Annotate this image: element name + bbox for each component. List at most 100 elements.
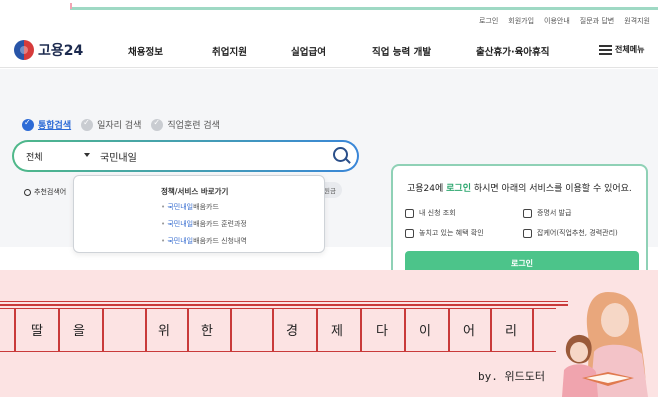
certificate-icon [523,208,532,218]
autocomplete-dropdown: 정책/서비스 바로가기 국민내일배움카드 국민내일배움카드 훈련과정 국민내일배… [73,175,325,253]
search-icon [24,188,31,196]
nav-item-parental-leave[interactable]: 출산휴가·육아휴직 [476,44,550,58]
grid-line [316,309,318,351]
top-accent-bar [70,7,658,10]
grid-line [230,309,232,351]
tab-job-search[interactable]: 일자리 검색 [81,118,141,131]
document-icon [405,208,414,218]
nav-item-jobs[interactable]: 채용정보 [128,44,163,58]
grid-line [448,309,450,351]
tab-integrated-search[interactable]: 통합검색 [22,118,71,131]
util-link-login[interactable]: 로그인 [479,16,498,26]
recommended-keywords: 추천검색어 [24,187,66,197]
dropdown-title: 정책/서비스 바로가기 [161,187,229,196]
search-section: 통합검색 일자리 검색 직업훈련 검색 전체 국민내일 추천검색어 원금 정책/… [0,69,658,287]
util-link-remote[interactable]: 원격지원 [624,16,650,26]
dropdown-item[interactable]: 국민내일배움카드 훈련과정 [161,219,247,229]
match-text: 국민내일 [167,237,194,245]
search-input[interactable]: 국민내일 [100,149,137,164]
service-certificate[interactable]: 증명서 발급 [523,208,571,218]
service-missed-benefits[interactable]: 놓치고 있는 혜택 확인 [405,228,484,238]
dropdown-item[interactable]: 국민내일배움카드 신청내역 [161,236,247,246]
top-accent [0,0,658,16]
banner-glyph: 한 [201,324,213,339]
all-menu-button[interactable]: 전체메뉴 [599,44,644,55]
service-label: 증명서 발급 [537,209,572,217]
tab-label: 통합검색 [38,121,72,131]
title-pre: 고용24에 [407,184,447,194]
rest-text: 배움카드 훈련과정 [193,220,247,228]
banner-glyph: 을 [73,324,85,339]
util-link-signup[interactable]: 회원가입 [508,16,534,26]
rest-text: 배움카드 [193,203,219,211]
grid-line [145,309,147,351]
tab-label: 일자리 검색 [97,121,142,131]
grid-line [187,309,189,351]
match-text: 국민내일 [167,220,194,228]
match-text: 국민내일 [167,203,194,211]
daughter-face [570,342,588,362]
banner-glyph: 이 [419,324,431,339]
login-card-title: 고용24에 로그인 하시면 아래의 서비스를 이용할 수 있어요. [407,181,632,194]
banner-glyph: 위 [158,324,170,339]
banner-stripe [0,301,568,302]
check-icon [81,118,94,131]
search-scope-select[interactable]: 전체 [26,150,43,163]
search-field: 전체 국민내일 [14,142,357,170]
check-icon [151,118,164,131]
grid-line [58,309,60,351]
recommended-label: 추천검색어 [34,188,67,196]
banner-glyph: 다 [376,324,388,339]
rest-text: 배움카드 신청내역 [193,237,247,245]
banner-signature: by. 위드도터 [478,370,545,383]
service-label: 잡케어(직업추천, 경력관리) [537,229,618,237]
title-highlight: 로그인 [446,184,471,194]
taegeuk-logo-icon [14,40,34,60]
banner-glyph: 제 [331,324,343,339]
mother-body [590,344,648,397]
top-accent-tick [70,3,72,9]
banner-stripe [0,304,568,306]
banner-glyph: 경 [286,324,298,339]
benefit-icon [405,228,414,238]
grid-line [102,309,104,351]
search-bar: 전체 국민내일 [12,140,359,172]
banner-glyph: 리 [505,324,517,339]
service-label: 내 신청 조회 [419,209,456,217]
chevron-down-icon[interactable] [84,153,90,157]
tab-label: 직업훈련 검색 [167,121,220,131]
dropdown-list: 국민내일배움카드 국민내일배움카드 훈련과정 국민내일배움카드 신청내역 [161,202,247,253]
login-card: 고용24에 로그인 하시면 아래의 서비스를 이용할 수 있어요. 내 신청 조… [391,164,648,287]
dropdown-item[interactable]: 국민내일배움카드 [161,202,247,212]
banner-glyph: 어 [463,324,475,339]
briefcase-icon [523,228,532,238]
nav-item-unemployment-benefit[interactable]: 실업급여 [291,44,326,58]
grid-line [360,309,362,351]
hamburger-icon [599,44,612,55]
grid-line [490,309,492,351]
mother-face [601,303,629,337]
service-my-applications[interactable]: 내 신청 조회 [405,208,456,218]
check-icon [22,118,34,131]
util-link-guide[interactable]: 이용안내 [544,16,570,26]
title-post: 하시면 아래의 서비스를 이용할 수 있어요. [471,184,632,194]
search-type-tabs: 통합검색 일자리 검색 직업훈련 검색 [22,118,220,131]
logo-text: 고용24 [38,43,84,59]
nav-item-vocational-training[interactable]: 직업 능력 개발 [372,44,431,58]
banner-glyph: 딸 [31,324,43,339]
tab-training-search[interactable]: 직업훈련 검색 [151,118,220,131]
mother-daughter-illustration [562,292,648,397]
all-menu-label: 전체메뉴 [615,45,645,54]
search-icon[interactable] [333,147,348,162]
grid-line [272,309,274,351]
site-header: 고용24 채용정보 취업지원 실업급여 직업 능력 개발 출산휴가·육아휴직 전… [0,34,658,68]
service-label: 놓치고 있는 혜택 확인 [419,229,484,237]
util-link-qna[interactable]: 질문과 답변 [580,16,614,26]
grid-line [404,309,406,351]
utility-links: 로그인 회원가입 이용안내 질문과 답변 원격지원 [479,16,650,26]
nav-item-employment-support[interactable]: 취업지원 [212,44,247,58]
service-jobcare[interactable]: 잡케어(직업추천, 경력관리) [523,228,618,238]
grid-line [14,309,16,351]
grid-line [532,309,534,351]
site-logo[interactable]: 고용24 [14,40,83,60]
